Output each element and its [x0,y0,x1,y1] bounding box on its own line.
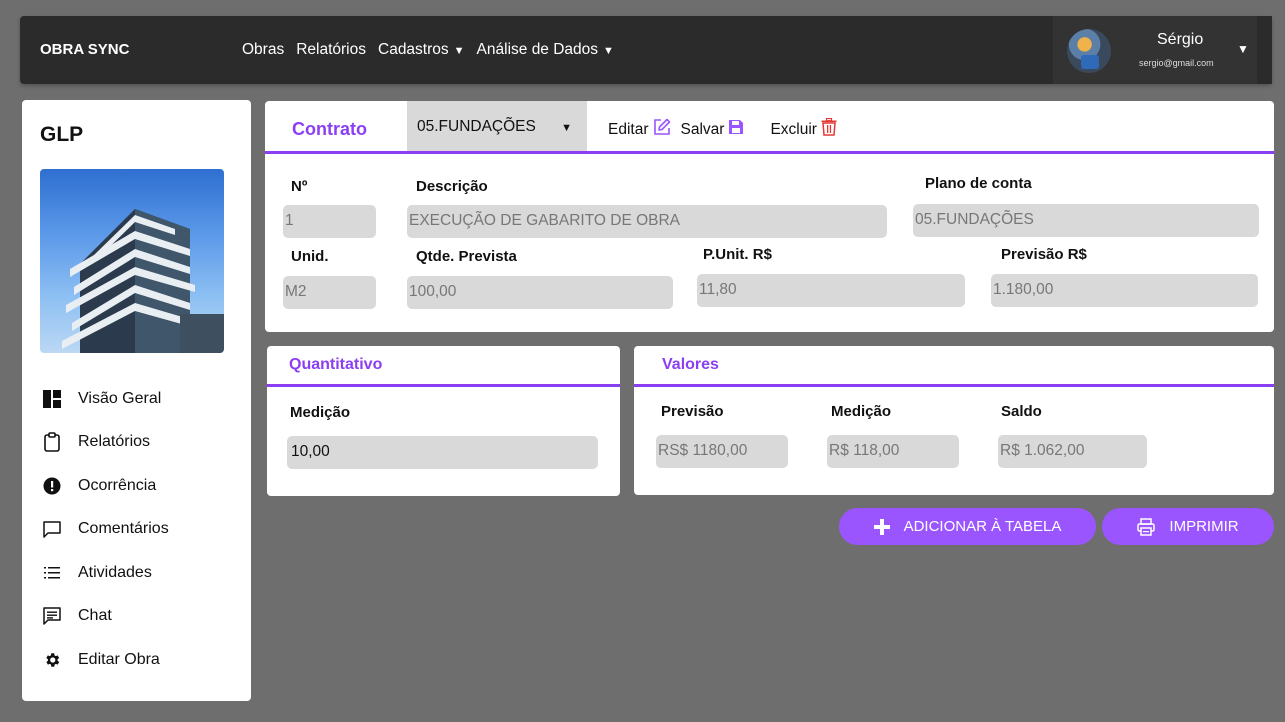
contract-card: Contrato 05.FUNDAÇÕES ▼ Editar Salvar Ex… [265,101,1274,332]
description-label: Descrição [416,178,488,195]
project-image [40,169,224,353]
alert-icon [42,476,62,496]
nav-obras[interactable]: Obras [242,41,284,59]
valores-measurement-field[interactable]: R$ 118,00 [827,435,959,468]
sidebar-item-relatorios[interactable]: Relatórios [42,421,169,465]
edit-button[interactable]: Editar [608,118,671,141]
sidebar-item-visao-geral[interactable]: Visão Geral [42,377,169,421]
sidebar-menu: Visão Geral Relatórios Ocorrência Coment… [42,377,169,682]
trash-icon [821,117,837,141]
account-plan-label: Plano de conta [925,175,1032,192]
sidebar-item-editar-obra[interactable]: Editar Obra [42,638,169,682]
brand-logo[interactable]: OBRA SYNC [40,41,129,58]
unit-price-field[interactable]: 11,80 [697,274,965,307]
gear-icon [42,650,62,670]
main-nav: Obras Relatórios Cadastros ▼ Análise de D… [242,41,614,59]
quantitativo-card: Quantitativo Medição 10,00 [267,346,620,496]
chevron-down-icon: ▼ [453,45,465,57]
save-icon [728,119,744,140]
user-email: sergio@gmail.com [1139,58,1214,68]
description-field[interactable]: EXECUÇÃO DE GABARITO DE OBRA [407,205,887,238]
plus-icon [873,518,890,535]
project-title: GLP [40,123,84,146]
measurement-label: Medição [290,404,351,421]
save-button[interactable]: Salvar [681,118,745,141]
number-label: Nº [291,178,308,195]
delete-button[interactable]: Excluir [770,117,837,141]
valores-card: Valores Previsão Medição Saldo RS$ 1180,… [634,346,1274,495]
printer-icon [1137,517,1156,536]
valores-balance-field[interactable]: R$ 1.062,00 [998,435,1147,468]
contract-header: Contrato 05.FUNDAÇÕES ▼ Editar Salvar Ex… [265,101,1274,154]
valores-forecast-field[interactable]: RS$ 1180,00 [656,435,788,468]
forecast-field[interactable]: 1.180,00 [991,274,1258,307]
unit-field[interactable]: M2 [283,276,376,309]
comment-icon [42,519,62,539]
contract-select[interactable]: 05.FUNDAÇÕES ▼ [407,101,587,151]
valores-forecast-label: Previsão [661,403,724,420]
nav-relatorios[interactable]: Relatórios [296,41,366,59]
nav-cadastros[interactable]: Cadastros ▼ [378,41,465,59]
chevron-down-icon: ▼ [603,45,614,57]
quantitativo-title: Quantitativo [289,356,383,373]
sidebar-item-chat[interactable]: Chat [42,595,169,639]
chevron-down-icon: ▼ [561,122,572,134]
unit-price-label: P.Unit. R$ [703,246,772,263]
sidebar-item-atividades[interactable]: Atividades [42,551,169,595]
nav-analise-dados[interactable]: Análise de Dados ▼ [477,41,614,59]
valores-measurement-label: Medição [831,403,892,420]
number-field[interactable]: 1 [283,205,376,238]
sidebar-item-ocorrencia[interactable]: Ocorrência [42,464,169,508]
user-name: Sérgio [1157,31,1204,48]
edit-icon [653,118,671,141]
contract-actions: Editar Salvar Excluir [608,117,837,141]
sidebar: GLP Visão Geral Relatórios Ocorrência Co… [22,100,251,701]
chat-icon [42,606,62,626]
user-menu[interactable]: Sérgio sergio@gmail.com ▼ [1053,16,1272,84]
add-to-table-button[interactable]: ADICIONAR À TABELA [839,508,1096,545]
avatar [1067,29,1111,73]
unit-label: Unid. [291,248,329,265]
account-plan-field[interactable]: 05.FUNDAÇÕES [913,204,1259,237]
top-navbar: OBRA SYNC Obras Relatórios Cadastros ▼ An… [20,16,1272,84]
contract-title: Contrato [292,119,367,139]
qty-planned-field[interactable]: 100,00 [407,276,673,309]
print-button[interactable]: IMPRIMIR [1102,508,1274,545]
sidebar-item-comentarios[interactable]: Comentários [42,508,169,552]
forecast-label: Previsão R$ [1001,246,1087,263]
qty-planned-label: Qtde. Prevista [416,248,517,265]
list-icon [42,563,62,583]
valores-title: Valores [662,356,719,373]
clipboard-icon [42,432,62,453]
dashboard-icon [42,389,62,409]
valores-balance-label: Saldo [1001,403,1042,420]
measurement-field[interactable]: 10,00 [287,436,598,469]
chevron-down-icon[interactable]: ▼ [1237,42,1249,56]
